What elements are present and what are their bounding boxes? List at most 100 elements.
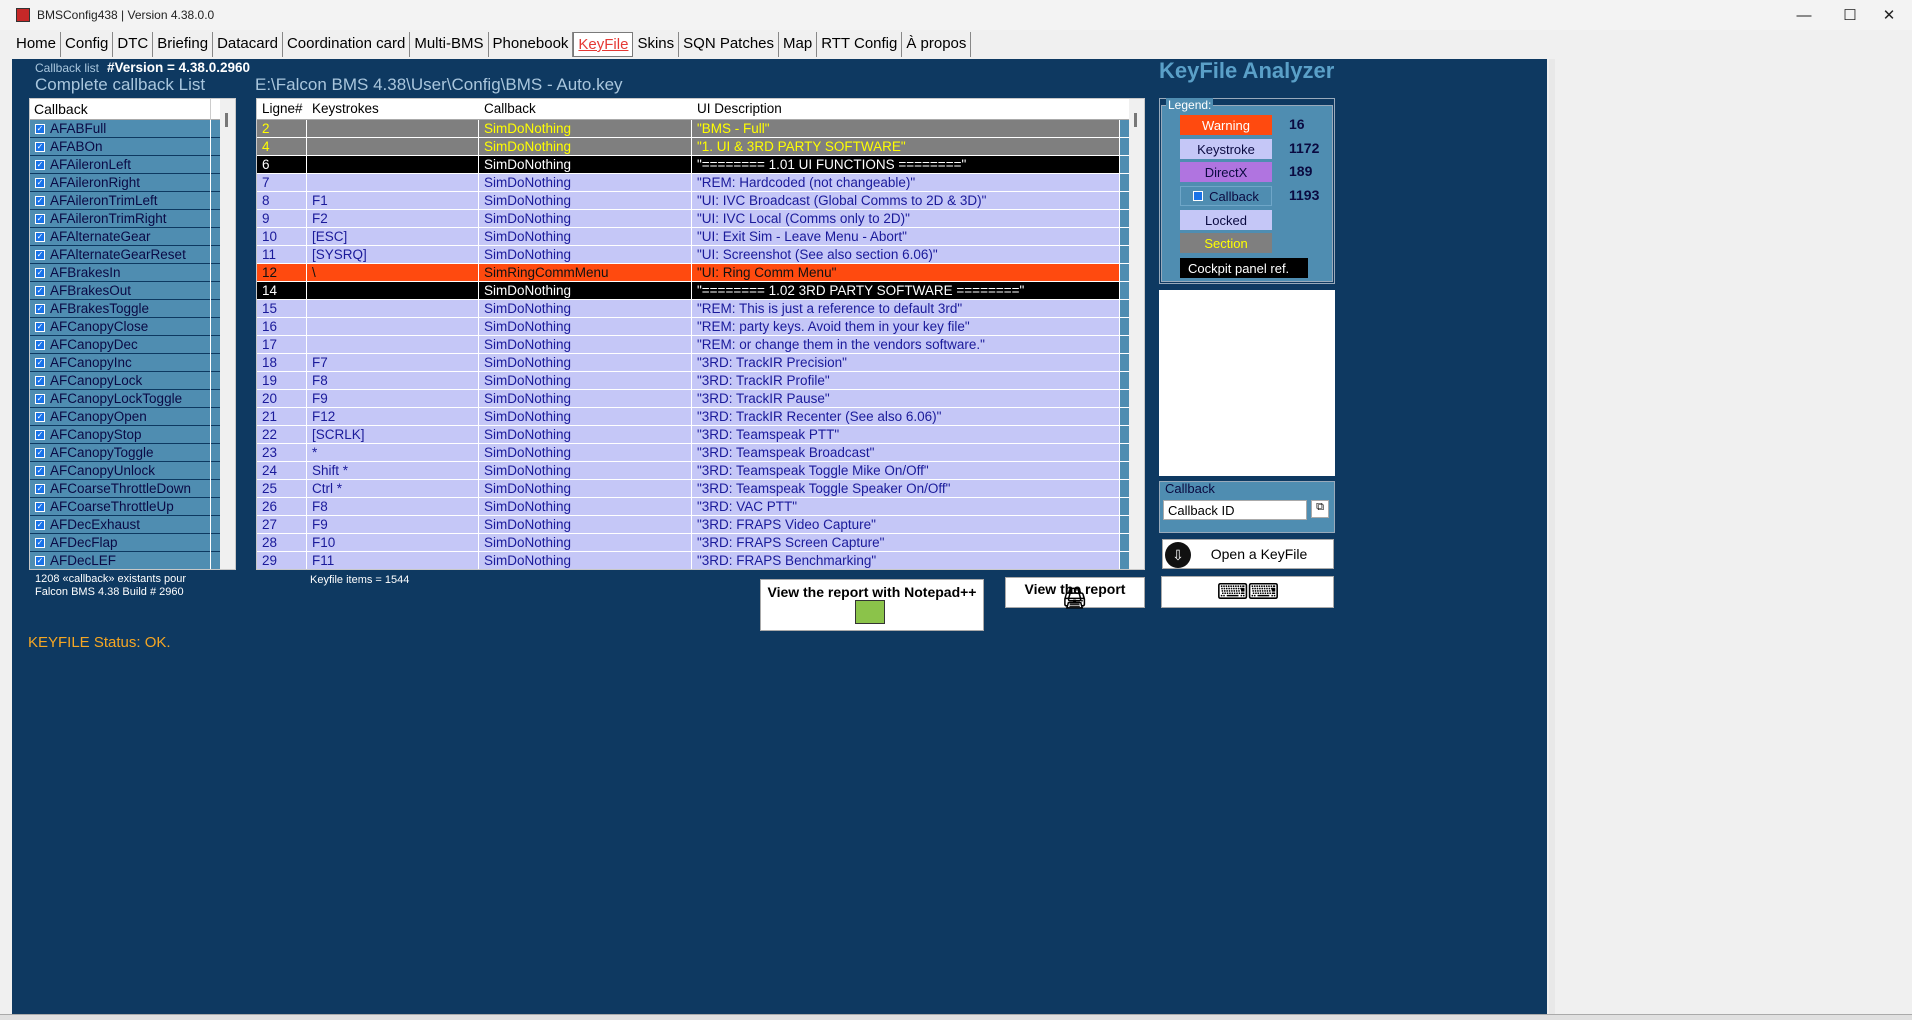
callback-id-input[interactable]: Callback ID <box>1163 500 1307 520</box>
tab-briefing[interactable]: Briefing <box>153 32 214 57</box>
tab-multi-bms[interactable]: Multi-BMS <box>410 32 489 57</box>
table-row[interactable]: 27 F9 SimDoNothing "3RD: FRAPS Video Captur… <box>257 516 1144 534</box>
table-row[interactable]: 14 SimDoNothing "======== 1.02 3RD PARTY S… <box>257 282 1144 300</box>
callback-list-item[interactable]: ✓ AFAlternateGear <box>30 228 235 246</box>
tab-keyfile[interactable]: KeyFile <box>573 32 634 57</box>
col-callback[interactable]: Callback <box>479 99 692 119</box>
copy-button[interactable]: ⧉ <box>1311 500 1329 518</box>
callback-checkbox[interactable]: ✓ <box>35 483 45 494</box>
table-row[interactable]: 7 SimDoNothing "REM: Hardcoded (not change… <box>257 174 1144 192</box>
callback-checkbox[interactable]: ✓ <box>35 303 45 314</box>
callback-checkbox[interactable]: ✓ <box>35 177 45 188</box>
tab-skins[interactable]: Skins <box>633 32 680 57</box>
callback-checkbox[interactable]: ✓ <box>35 123 45 134</box>
callback-checkbox[interactable]: ✓ <box>35 267 45 278</box>
callback-checkbox[interactable]: ✓ <box>35 339 45 350</box>
callback-checkbox[interactable]: ✓ <box>35 321 45 332</box>
tab-datacard[interactable]: Datacard <box>213 32 283 57</box>
callback-checkbox[interactable]: ✓ <box>35 231 45 242</box>
table-row[interactable]: 24 Shift * SimDoNothing "3RD: Teamspeak Tog… <box>257 462 1144 480</box>
callback-list-header[interactable]: Callback <box>30 99 235 120</box>
col-keystrokes[interactable]: Keystrokes <box>307 99 479 119</box>
tab-coordination-card[interactable]: Coordination card <box>283 32 411 57</box>
tab-dtc[interactable]: DTC <box>113 32 154 57</box>
callback-list-item[interactable]: ✓ AFBrakesOut <box>30 282 235 300</box>
horizontal-scrollbar[interactable] <box>0 1014 1912 1020</box>
table-row[interactable]: 23 * SimDoNothing "3RD: Teamspeak Broadcast… <box>257 444 1144 462</box>
table-row[interactable]: 9 F2 SimDoNothing "UI: IVC Local (Comms onl… <box>257 210 1144 228</box>
close-button[interactable]: ✕ <box>1866 0 1912 30</box>
callback-list-item[interactable]: ✓ AFCanopyLockToggle <box>30 390 235 408</box>
callback-list-item[interactable]: ✓ AFAlternateGearReset <box>30 246 235 264</box>
callback-list-item[interactable]: ✓ AFAileronRight <box>30 174 235 192</box>
callback-list-item[interactable]: ✓ AFCanopyLock <box>30 372 235 390</box>
table-row[interactable]: 6 SimDoNothing "======== 1.01 UI FUNCTIONS… <box>257 156 1144 174</box>
window-scrollbar[interactable] <box>1549 59 1555 1014</box>
table-row[interactable]: 29 F11 SimDoNothing "3RD: FRAPS Benchmarkin… <box>257 552 1144 569</box>
callback-list-scrollbar[interactable] <box>220 99 235 569</box>
callback-list-item[interactable]: ✓ AFABOn <box>30 138 235 156</box>
callback-list-item[interactable]: ✓ AFAileronTrimRight <box>30 210 235 228</box>
table-row[interactable]: 25 Ctrl * SimDoNothing "3RD: Teamspeak Togg… <box>257 480 1144 498</box>
tab-config[interactable]: Config <box>61 32 114 57</box>
callback-list-item[interactable]: ✓ AFAileronLeft <box>30 156 235 174</box>
table-row[interactable]: 8 F1 SimDoNothing "UI: IVC Broadcast (Globa… <box>257 192 1144 210</box>
callback-checkbox[interactable]: ✓ <box>35 447 45 458</box>
view-report-button[interactable]: View the report 🖨 <box>1005 577 1145 610</box>
callback-checkbox[interactable]: ✓ <box>35 465 45 476</box>
callback-list-item[interactable]: ✓ AFDecFlap <box>30 534 235 552</box>
table-row[interactable]: 2 SimDoNothing "BMS - Full" <box>257 120 1144 138</box>
callback-list-item[interactable]: ✓ AFCanopyClose <box>30 318 235 336</box>
table-row[interactable]: 26 F8 SimDoNothing "3RD: VAC PTT" <box>257 498 1144 516</box>
tab--propos[interactable]: À propos <box>902 32 972 57</box>
table-row[interactable]: 22 [SCRLK] SimDoNothing "3RD: Teamspeak PTT… <box>257 426 1144 444</box>
callback-checkbox[interactable]: ✓ <box>35 429 45 440</box>
callback-list-item[interactable]: ✓ AFCoarseThrottleDown <box>30 480 235 498</box>
legend-callback-checkbox[interactable] <box>1193 191 1204 201</box>
minimize-button[interactable]: — <box>1781 0 1827 30</box>
keyboard-button[interactable]: ⌨⌨ <box>1161 576 1334 608</box>
callback-checkbox[interactable]: ✓ <box>35 537 45 548</box>
table-row[interactable]: 10 [ESC] SimDoNothing "UI: Exit Sim - Leave… <box>257 228 1144 246</box>
callback-checkbox[interactable]: ✓ <box>35 249 45 260</box>
callback-list-item[interactable]: ✓ AFCoarseThrottleUp <box>30 498 235 516</box>
callback-checkbox[interactable]: ✓ <box>35 213 45 224</box>
callback-list-item[interactable]: ✓ AFABFull <box>30 120 235 138</box>
callback-list-item[interactable]: ✓ AFCanopyInc <box>30 354 235 372</box>
table-row[interactable]: 20 F9 SimDoNothing "3RD: TrackIR Pause" <box>257 390 1144 408</box>
table-row[interactable]: 4 SimDoNothing "1. UI & 3RD PARTY SOFTWARE… <box>257 138 1144 156</box>
callback-list-item[interactable]: ✓ AFDecLEF <box>30 552 235 569</box>
callback-checkbox[interactable]: ✓ <box>35 159 45 170</box>
callback-checkbox[interactable]: ✓ <box>35 357 45 368</box>
callback-checkbox[interactable]: ✓ <box>35 195 45 206</box>
callback-checkbox[interactable]: ✓ <box>35 375 45 386</box>
col-ui-description[interactable]: UI Description <box>692 99 1120 119</box>
table-row[interactable]: 16 SimDoNothing "REM: party keys. Avoid th… <box>257 318 1144 336</box>
col-ligne[interactable]: Ligne# <box>257 99 307 119</box>
tab-rtt-config[interactable]: RTT Config <box>817 32 903 57</box>
table-row[interactable]: 19 F8 SimDoNothing "3RD: TrackIR Profile" <box>257 372 1144 390</box>
callback-checkbox[interactable]: ✓ <box>35 285 45 296</box>
tab-home[interactable]: Home <box>12 32 62 57</box>
view-report-notepad-button[interactable]: View the report with Notepad++ <box>760 579 984 631</box>
grid-scrollbar[interactable] <box>1129 99 1144 569</box>
table-row[interactable]: 21 F12 SimDoNothing "3RD: TrackIR Recenter … <box>257 408 1144 426</box>
tab-map[interactable]: Map <box>779 32 818 57</box>
callback-checkbox[interactable]: ✓ <box>35 501 45 512</box>
callback-checkbox[interactable]: ✓ <box>35 393 45 404</box>
callback-list-item[interactable]: ✓ AFCanopyStop <box>30 426 235 444</box>
keyfile-grid[interactable]: Ligne# Keystrokes Callback UI Descriptio… <box>256 98 1145 570</box>
callback-checkbox[interactable]: ✓ <box>35 519 45 530</box>
callback-list-item[interactable]: ✓ AFAileronTrimLeft <box>30 192 235 210</box>
scroll-thumb[interactable] <box>225 113 228 127</box>
callback-list-item[interactable]: ✓ AFCanopyToggle <box>30 444 235 462</box>
table-row[interactable]: 17 SimDoNothing "REM: or change them in th… <box>257 336 1144 354</box>
callback-checkbox[interactable]: ✓ <box>35 555 45 566</box>
callback-list-item[interactable]: ✓ AFBrakesToggle <box>30 300 235 318</box>
table-row[interactable]: 11 [SYSRQ] SimDoNothing "UI: Screenshot (Se… <box>257 246 1144 264</box>
tab-phonebook[interactable]: Phonebook <box>489 32 574 57</box>
callback-checkbox[interactable]: ✓ <box>35 141 45 152</box>
callback-checkbox[interactable]: ✓ <box>35 411 45 422</box>
table-row[interactable]: 15 SimDoNothing "REM: This is just a refer… <box>257 300 1144 318</box>
callback-list[interactable]: Callback ✓ AFABFull ✓ AFABOn ✓ AFAileronLeft ✓… <box>29 98 236 570</box>
